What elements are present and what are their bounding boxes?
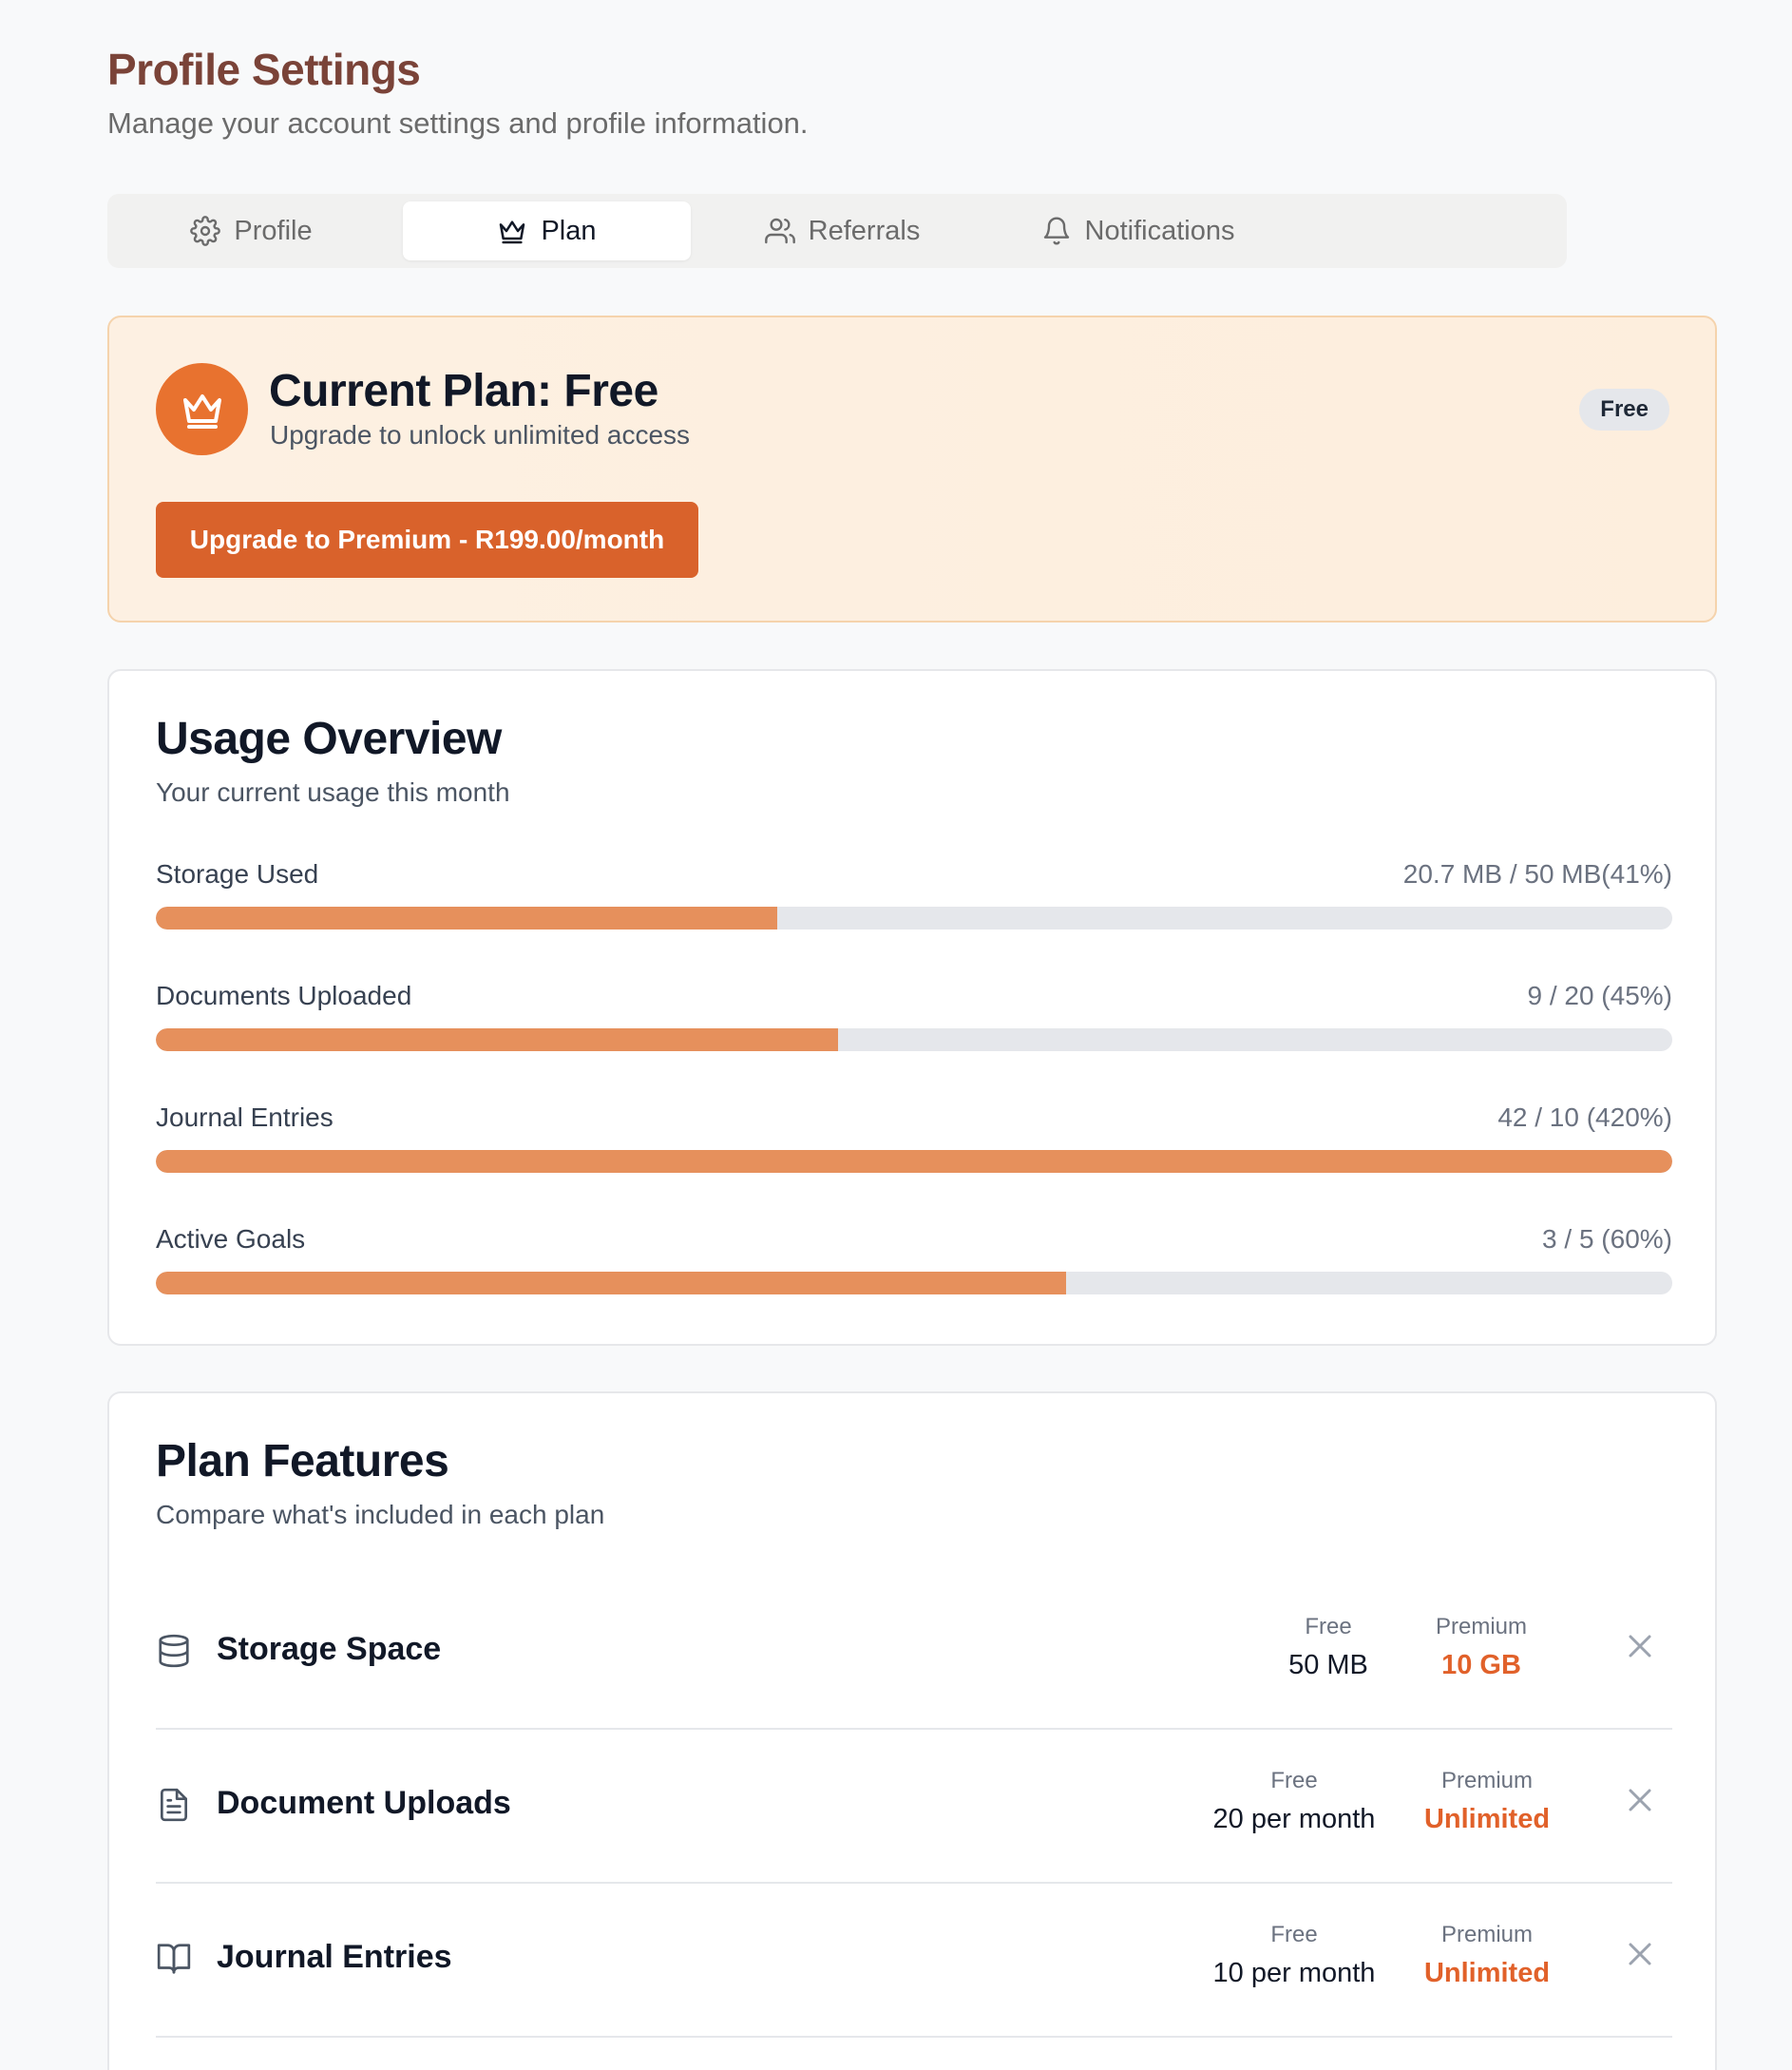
tab-plan[interactable]: Plan: [403, 201, 691, 260]
tab-notifications[interactable]: Notifications: [994, 201, 1282, 260]
feature-name: Journal Entries: [217, 1939, 452, 1975]
premium-column: Premium Unlimited: [1416, 1922, 1558, 1989]
gear-icon: [190, 216, 221, 246]
crown-icon: [500, 220, 525, 244]
progress-fill: [156, 1028, 839, 1051]
close-icon: [1629, 1943, 1651, 1965]
usage-value: 3 / 5 (60%): [1542, 1224, 1672, 1254]
book-open-icon: [157, 1944, 191, 1974]
feature-name: Storage Space: [217, 1631, 442, 1667]
current-plan-title: Current Plan: Free: [269, 366, 658, 416]
plan-avatar: [156, 363, 248, 455]
free-header: Free: [1305, 1614, 1352, 1639]
premium-value: Unlimited: [1423, 1804, 1551, 1834]
database-icon: [159, 1634, 189, 1668]
usage-label: Documents Uploaded: [156, 981, 412, 1010]
tab-notifications-label: Notifications: [1084, 215, 1235, 246]
page-title: Profile Settings: [107, 45, 421, 94]
features-subtitle: Compare what's included in each plan: [156, 1500, 605, 1529]
usage-row-goals: Active Goals 3 / 5 (60%): [156, 1224, 1672, 1294]
progress-fill: [156, 1272, 1066, 1294]
free-column: Free 20 per month: [1199, 1768, 1389, 1835]
free-column: Free 50 MB: [1262, 1614, 1395, 1681]
free-value: 10 per month: [1212, 1958, 1376, 1988]
progress-track: [156, 1028, 1672, 1051]
usage-row-documents: Documents Uploaded 9 / 20 (45%): [156, 981, 1672, 1051]
usage-label: Active Goals: [156, 1224, 306, 1254]
free-value: 50 MB: [1288, 1650, 1368, 1680]
features-title: Plan Features: [156, 1436, 449, 1486]
premium-column: Premium 10 GB: [1410, 1614, 1553, 1681]
feature-row-storage: Storage Space Free 50 MB Premium 10 GB: [156, 1578, 1672, 1730]
premium-column: Premium Unlimited: [1416, 1768, 1558, 1835]
premium-value: 10 GB: [1441, 1650, 1521, 1680]
bell-icon: [1043, 217, 1069, 245]
premium-value: Unlimited: [1423, 1958, 1551, 1988]
free-header: Free: [1270, 1768, 1318, 1793]
current-plan-subtitle: Upgrade to unlock unlimited access: [270, 420, 691, 450]
premium-header: Premium: [1440, 1768, 1533, 1793]
feature-row-documents: Document Uploads Free 20 per month Premi…: [156, 1732, 1672, 1884]
usage-overview-card: Usage Overview Your current usage this m…: [107, 669, 1717, 1346]
close-icon: [1629, 1789, 1651, 1811]
file-text-icon: [160, 1788, 188, 1822]
progress-track: [156, 1150, 1672, 1173]
progress-track: [156, 1272, 1672, 1294]
usage-row-storage: Storage Used 20.7 MB / 50 MB(41%): [156, 859, 1672, 930]
usage-label: Storage Used: [156, 859, 319, 889]
progress-track: [156, 907, 1672, 930]
usage-subtitle: Your current usage this month: [156, 777, 510, 807]
tab-referrals[interactable]: Referrals: [698, 201, 986, 260]
settings-tabs: Profile Plan Referrals Notifications: [107, 194, 1567, 268]
premium-header: Premium: [1440, 1922, 1533, 1947]
tab-referrals-label: Referrals: [808, 215, 921, 246]
tab-profile-label: Profile: [234, 215, 313, 246]
feature-row-journal: Journal Entries Free 10 per month Premiu…: [156, 1886, 1672, 2038]
tab-profile[interactable]: Profile: [107, 201, 395, 260]
usage-value: 9 / 20 (45%): [1527, 981, 1672, 1010]
upgrade-premium-button[interactable]: Upgrade to Premium - R199.00/month: [156, 502, 698, 578]
plan-status-badge: Free: [1579, 389, 1669, 431]
free-column: Free 10 per month: [1199, 1922, 1389, 1989]
usage-value: 42 / 10 (420%): [1497, 1102, 1672, 1132]
feature-name: Document Uploads: [217, 1785, 511, 1821]
crown-icon: [182, 393, 221, 429]
free-value: 20 per month: [1212, 1804, 1376, 1834]
users-icon: [764, 218, 795, 244]
usage-row-journal: Journal Entries 42 / 10 (420%): [156, 1102, 1672, 1173]
free-header: Free: [1270, 1922, 1318, 1947]
plan-features-card: Plan Features Compare what's included in…: [107, 1391, 1717, 2070]
usage-label: Journal Entries: [156, 1102, 334, 1132]
progress-fill: [156, 1150, 1672, 1173]
close-icon: [1629, 1635, 1651, 1658]
usage-value: 20.7 MB / 50 MB(41%): [1402, 859, 1672, 889]
usage-title: Usage Overview: [156, 714, 502, 764]
progress-fill: [156, 907, 778, 930]
current-plan-card: Current Plan: Free Upgrade to unlock unl…: [107, 316, 1717, 623]
tab-plan-label: Plan: [541, 215, 597, 246]
page-subtitle: Manage your account settings and profile…: [107, 106, 809, 140]
premium-header: Premium: [1435, 1614, 1527, 1639]
